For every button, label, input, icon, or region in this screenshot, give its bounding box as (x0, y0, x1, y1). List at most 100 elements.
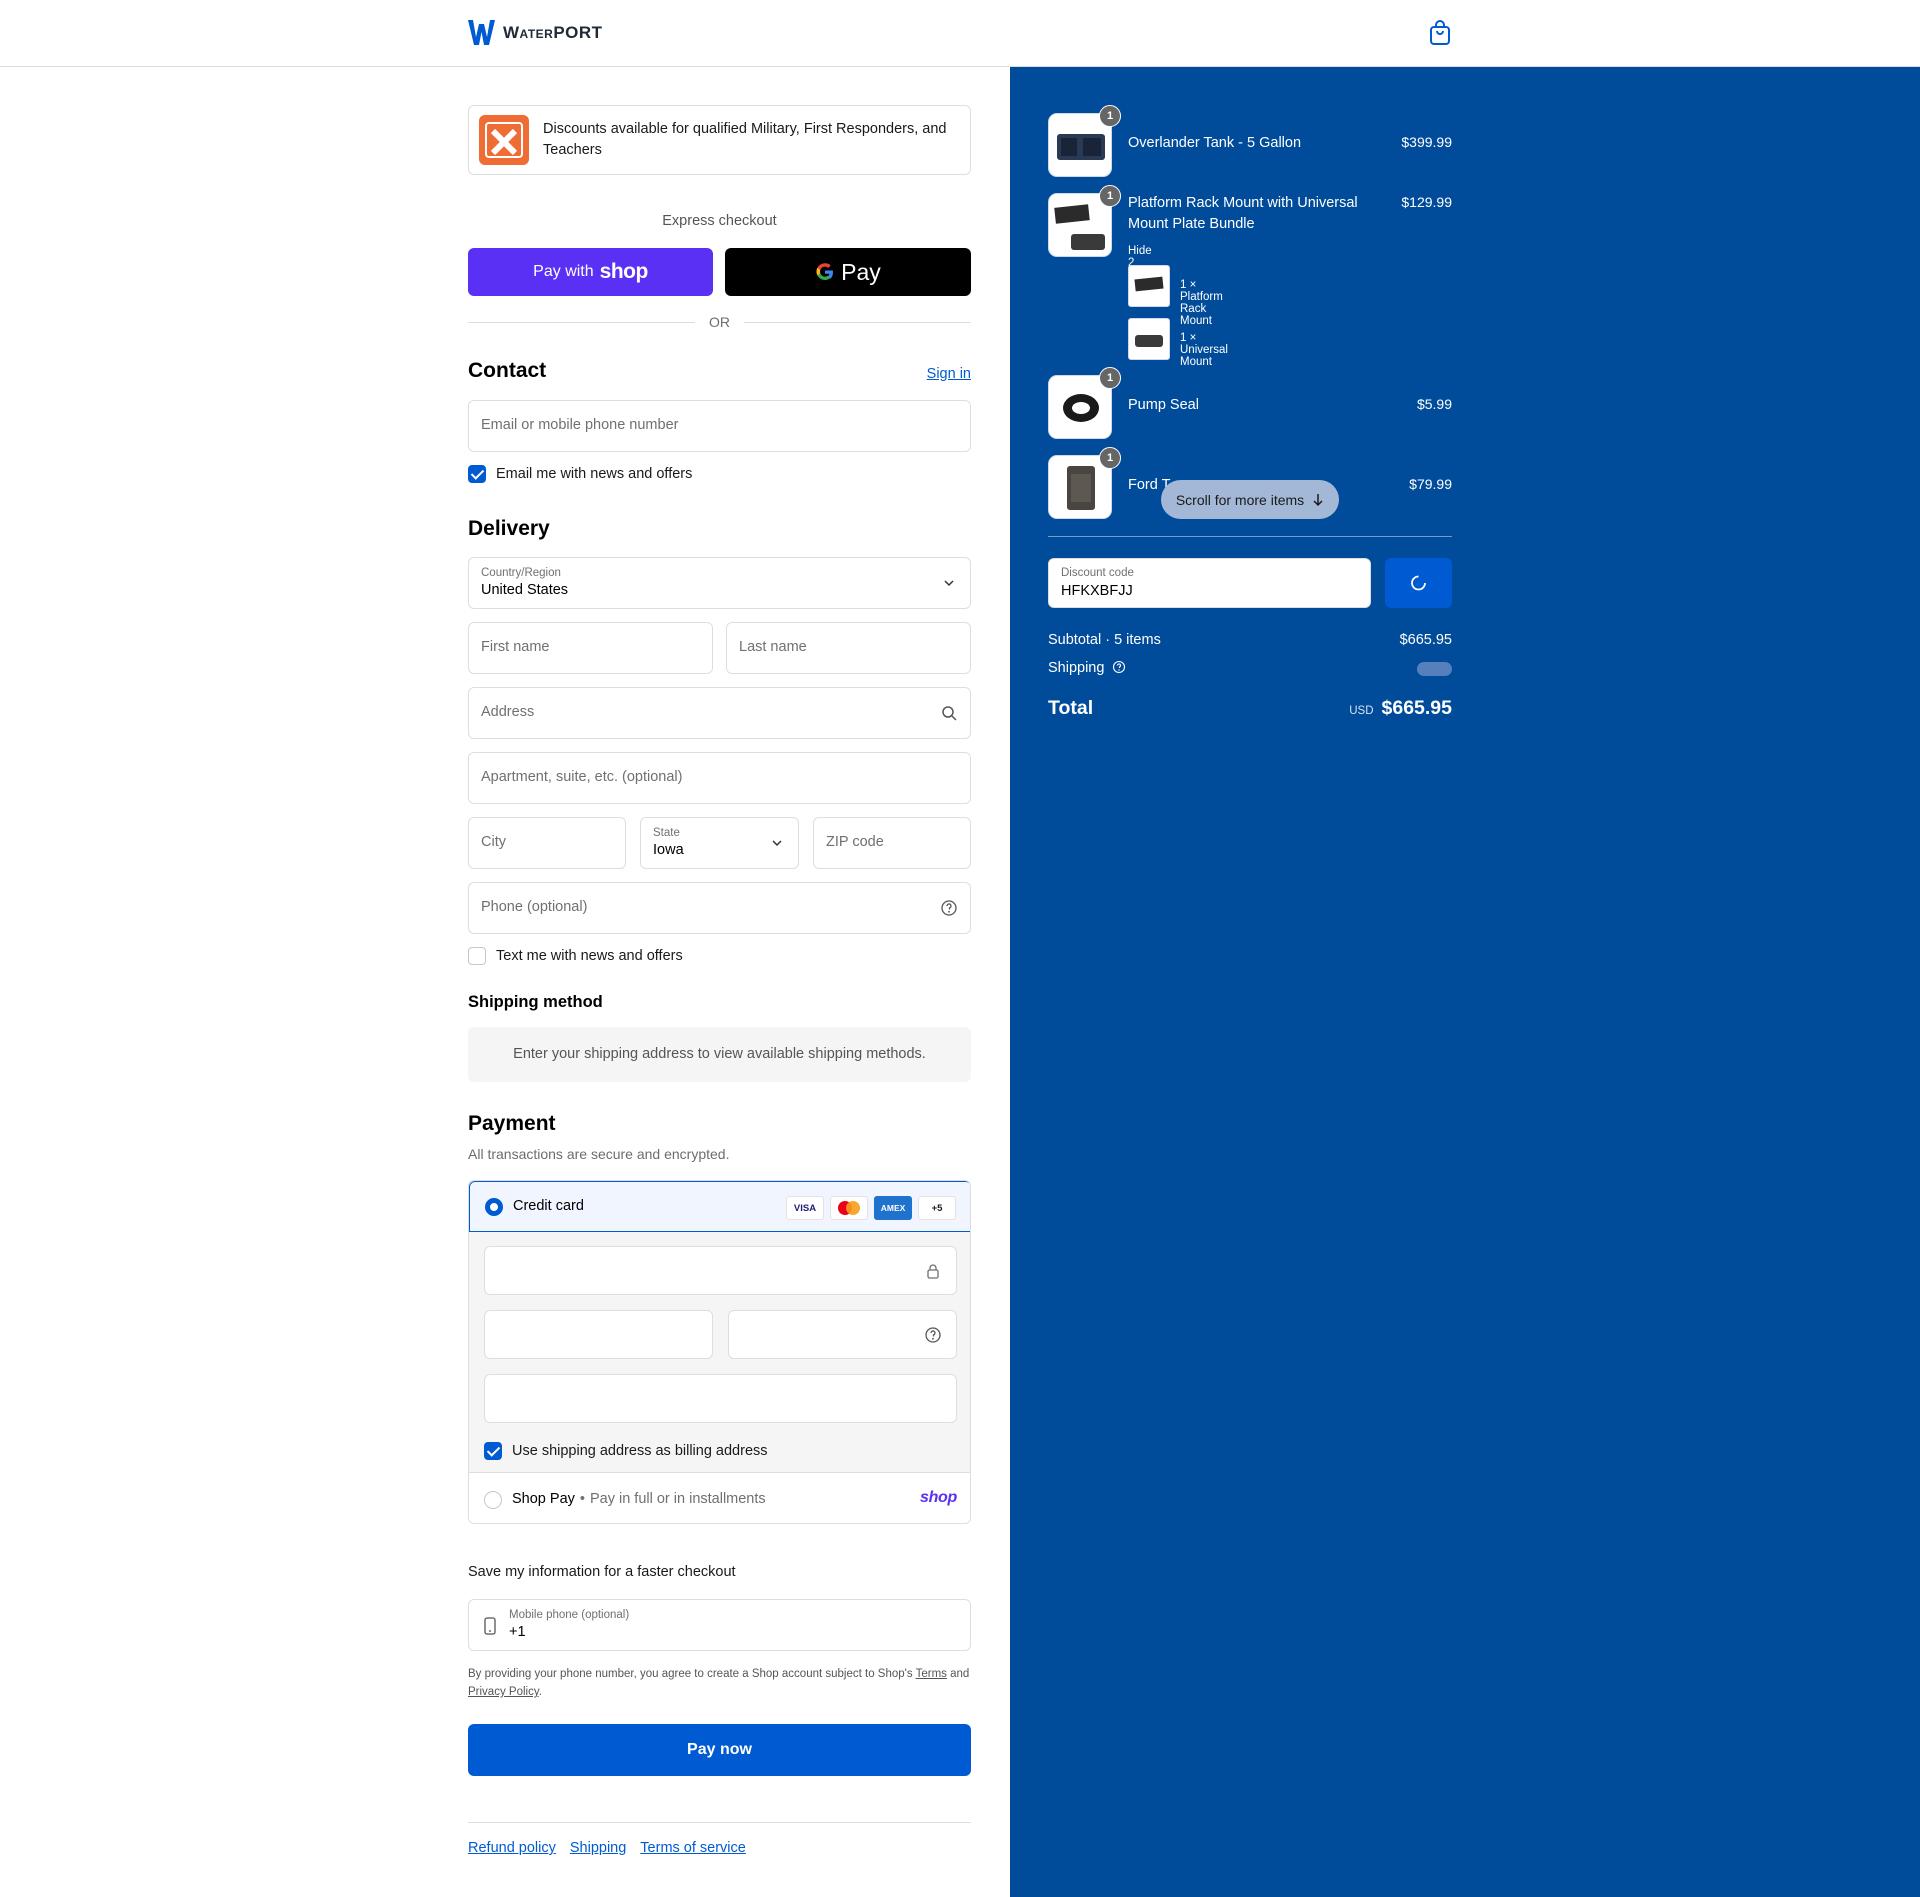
quantity-badge: 1 (1099, 185, 1121, 207)
expiration-field[interactable] (484, 1310, 713, 1359)
bundle-item-thumbnail (1128, 265, 1170, 307)
credit-card-label: Credit card (513, 1198, 584, 1214)
brand-logo[interactable]: WaterPORT (468, 20, 603, 45)
discount-code-field[interactable]: Discount code HFKXBFJJ (1048, 558, 1371, 608)
or-divider: OR (468, 313, 971, 331)
items-divider (1048, 536, 1452, 537)
contact-title: Contact (468, 359, 547, 382)
shop-pay-prefix: Pay with (533, 263, 594, 280)
banner-text: Discounts available for qualified Milita… (543, 121, 947, 158)
item-price: $79.99 (1409, 476, 1452, 492)
mobile-phone-value: +1 (509, 1624, 526, 1640)
mobile-phone-icon (484, 1617, 496, 1635)
shipping-loading-placeholder (1417, 662, 1452, 676)
country-label: Country/Region (481, 567, 561, 579)
shipping-label: Shipping (1048, 660, 1105, 676)
order-summary: 1 Overlander Tank - 5 Gallon $399.99 1 P… (1010, 67, 1920, 1897)
state-select[interactable]: State Iowa (640, 817, 799, 869)
discount-code-value: HFKXBFJJ (1061, 583, 1133, 599)
refund-policy-link[interactable]: Refund policy (468, 1840, 556, 1856)
payment-options: Credit card VISA AMEX +5 Use shipping ad… (468, 1180, 971, 1524)
chevron-down-icon (772, 840, 782, 847)
google-pay-button[interactable]: Pay (725, 248, 971, 296)
card-brand-icons: VISA AMEX +5 (786, 1196, 956, 1220)
first-name-field[interactable]: First name (468, 622, 713, 674)
shop-pay-text: Shop Pay • Pay in full or in installments (512, 1491, 766, 1507)
cart-icon[interactable] (1428, 20, 1452, 46)
total-value: $665.95 (1381, 697, 1453, 719)
email-news-label: Email me with news and offers (496, 466, 693, 482)
last-name-placeholder: Last name (739, 639, 807, 655)
terms-link[interactable]: Terms (916, 1668, 947, 1680)
email-field[interactable]: Email or mobile phone number (468, 400, 971, 452)
total-row: Total USD $665.95 (1048, 697, 1452, 720)
country-value: United States (481, 582, 569, 598)
credit-card-option[interactable]: Credit card VISA AMEX +5 (469, 1181, 970, 1232)
email-news-row[interactable]: Email me with news and offers (468, 465, 692, 483)
country-select[interactable]: Country/Region United States (468, 557, 971, 609)
bundle-item-name: 1 × Universal Mount (1180, 332, 1228, 368)
pay-now-button[interactable]: Pay now (468, 1724, 971, 1776)
zip-field[interactable]: ZIP code (813, 817, 971, 869)
more-cards-badge: +5 (918, 1196, 956, 1220)
city-field[interactable]: City (468, 817, 626, 869)
bundle-item-name: 1 × Platform Rack Mount (1180, 279, 1223, 327)
name-on-card-field[interactable] (484, 1374, 957, 1423)
header: WaterPORT (0, 0, 1920, 67)
shop-pay-option[interactable]: Shop Pay • Pay in full or in installments … (469, 1472, 970, 1523)
credit-card-radio[interactable] (485, 1198, 503, 1216)
scroll-more-button[interactable]: Scroll for more items (1161, 480, 1339, 519)
shipping-policy-link[interactable]: Shipping (570, 1840, 626, 1856)
shop-pay-desc: Pay in full or in installments (589, 1491, 766, 1507)
currency-code: USD (1349, 705, 1374, 717)
mobile-phone-field[interactable]: Mobile phone (optional) +1 (468, 1599, 971, 1651)
discount-code-label: Discount code (1061, 567, 1134, 579)
security-code-field[interactable] (728, 1310, 957, 1359)
billing-same-row[interactable]: Use shipping address as billing address (484, 1442, 768, 1460)
address-placeholder: Address (481, 704, 535, 720)
address-field[interactable]: Address (468, 687, 971, 739)
card-number-field[interactable] (484, 1246, 957, 1295)
apartment-placeholder: Apartment, suite, etc. (optional) (481, 769, 683, 785)
idme-verify-icon (479, 115, 529, 165)
phone-field[interactable]: Phone (optional) (468, 882, 971, 934)
text-news-checkbox[interactable] (468, 947, 486, 965)
apartment-field[interactable]: Apartment, suite, etc. (optional) (468, 752, 971, 804)
sign-in-link[interactable]: Sign in (927, 366, 971, 382)
help-circle-icon[interactable] (924, 1326, 942, 1344)
total-label: Total (1048, 697, 1094, 719)
chevron-down-icon (944, 580, 954, 587)
terms-of-service-link[interactable]: Terms of service (640, 1840, 746, 1856)
delivery-title: Delivery (468, 517, 550, 540)
shop-pay-radio[interactable] (484, 1491, 502, 1509)
help-circle-icon[interactable] (940, 899, 958, 917)
apply-discount-button[interactable] (1385, 558, 1452, 608)
quantity-badge: 1 (1099, 447, 1121, 469)
quantity-badge: 1 (1099, 367, 1121, 389)
help-circle-icon[interactable] (1112, 660, 1126, 674)
last-name-field[interactable]: Last name (726, 622, 971, 674)
phone-placeholder: Phone (optional) (481, 899, 588, 915)
item-price: $5.99 (1416, 396, 1452, 412)
privacy-link[interactable]: Privacy Policy (468, 1686, 539, 1698)
item-price: $129.99 (1401, 194, 1452, 210)
shop-pay-button[interactable]: Pay with shop (468, 248, 713, 296)
mobile-phone-label: Mobile phone (optional) (509, 1609, 630, 1621)
disclaimer-text: By providing your phone number, you agre… (468, 1668, 913, 1680)
gpay-word: Pay (841, 258, 881, 285)
shipping-method-message: Enter your shipping address to view avai… (468, 1027, 971, 1082)
footer-links: Refund policy Shipping Terms of service (468, 1840, 746, 1856)
text-news-row[interactable]: Text me with news and offers (468, 947, 683, 965)
email-placeholder: Email or mobile phone number (481, 417, 679, 433)
email-news-checkbox[interactable] (468, 465, 486, 483)
billing-same-checkbox[interactable] (484, 1442, 502, 1460)
shop-pay-logo: shop (919, 1489, 957, 1506)
save-info-title: Save my information for a faster checkou… (468, 1564, 736, 1580)
brand-name: WaterPORT (503, 22, 603, 42)
shop-wordmark: shop (599, 260, 649, 283)
footer-divider (468, 1822, 971, 1823)
search-icon (942, 706, 957, 721)
visa-icon: VISA (786, 1196, 824, 1220)
or-label: OR (709, 314, 730, 330)
loading-spinner-icon (1411, 575, 1426, 591)
